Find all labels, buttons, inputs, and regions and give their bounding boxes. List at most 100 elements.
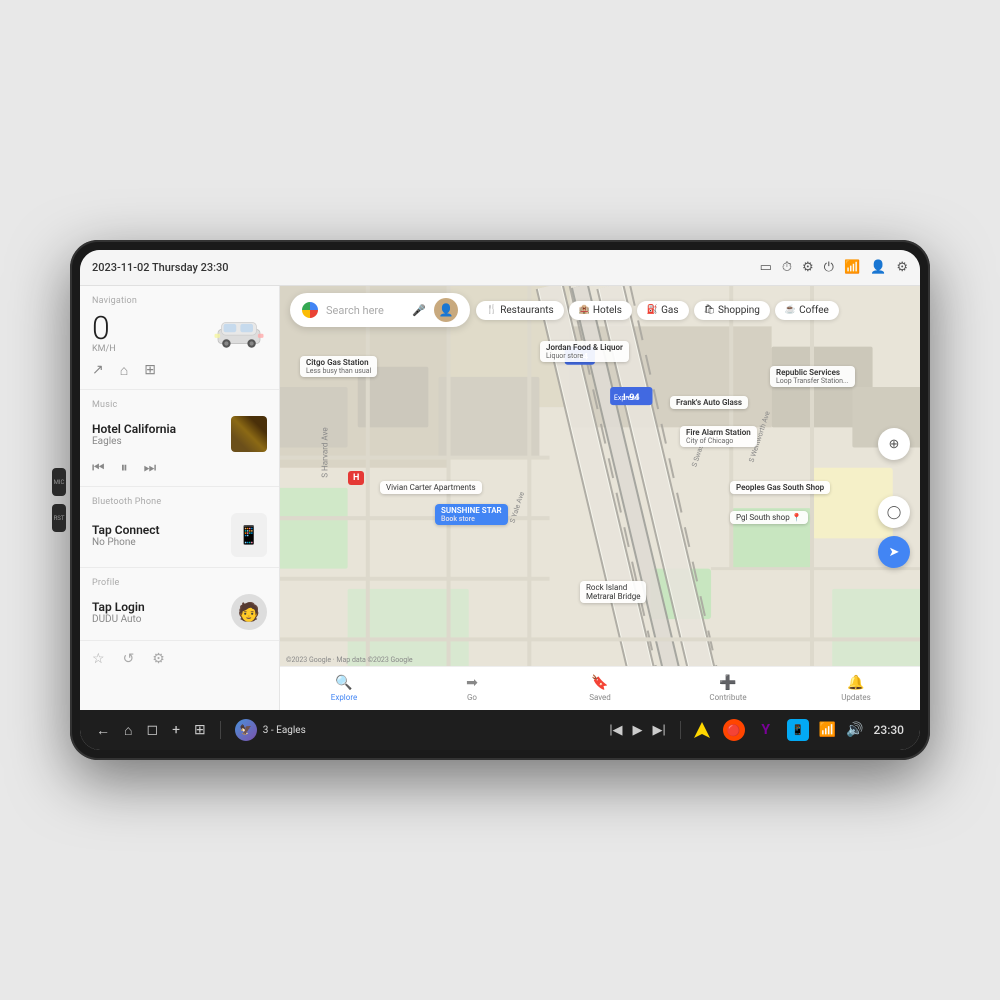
settings-footer-icon[interactable]: ⚙ <box>152 651 165 667</box>
status-icons: ▭ ⏱ ⚙ ⏻ 📶 👤 ⚙ <box>760 260 908 275</box>
map-controls-right: ⊕ ◯ ➤ <box>878 428 910 568</box>
search-input[interactable]: Search here <box>326 304 404 317</box>
music-info: Hotel California Eagles <box>92 422 223 447</box>
map-chips: 🍴 Restaurants 🏨 Hotels ⛽ Gas 🛍 <box>476 301 839 320</box>
speed-value: 0 <box>92 312 110 344</box>
contribute-label: Contribute <box>709 693 746 702</box>
chip-gas[interactable]: ⛽ Gas <box>637 301 689 320</box>
bb-right-icons: 🔴 Y 📱 📶 🔊 23:30 <box>680 719 904 741</box>
navigate-btn[interactable]: ➤ <box>878 536 910 568</box>
plus-btn[interactable]: + <box>172 722 180 738</box>
nav-direction-btn[interactable]: ↗ <box>92 362 104 379</box>
map-top-bar: Search here 🎤 👤 🍴 Restaurants 🏨 Hotels <box>280 286 920 334</box>
contribute-icon: ➕ <box>719 675 736 691</box>
mic-button[interactable]: MIC <box>52 468 66 496</box>
place-vivian: Vivian Carter Apartments <box>380 481 482 494</box>
go-label: Go <box>467 693 477 702</box>
rst-label: RST <box>54 515 65 522</box>
restaurant-icon: 🍴 <box>486 305 497 315</box>
layers-btn[interactable]: ⊕ <box>878 428 910 460</box>
speed-display: 0 KM/H <box>92 312 116 354</box>
place-sunshine[interactable]: SUNSHINE STAR Book store <box>435 504 508 525</box>
place-citgo: Citgo Gas Station Less busy than usual <box>300 356 377 377</box>
music-content: Hotel California Eagles <box>92 416 267 452</box>
bluetooth-section: Bluetooth Phone Tap Connect No Phone 📱 <box>80 487 279 568</box>
updates-label: Updates <box>841 693 871 702</box>
bb-play-btn[interactable]: ▶ <box>633 723 643 738</box>
album-art <box>231 416 267 452</box>
chip-hotels[interactable]: 🏨 Hotels <box>569 301 632 320</box>
bb-next-btn[interactable]: ▶| <box>653 723 666 738</box>
bt-title: Tap Connect <box>92 523 223 537</box>
nav-explore[interactable]: 🔍 Explore <box>280 675 408 702</box>
car-illustration <box>211 315 267 351</box>
nav-updates[interactable]: 🔔 Updates <box>792 675 920 702</box>
svg-text:Express: Express <box>614 393 639 402</box>
place-peoples: Peoples Gas South Shop <box>730 481 830 494</box>
nav-buttons: ↗ ⌂ ⊞ <box>92 362 267 379</box>
chip-coffee[interactable]: ☕ Coffee <box>775 301 839 320</box>
place-pgl: Pgl South shop 📍 <box>730 511 808 524</box>
home-btn[interactable]: ⌂ <box>124 722 132 739</box>
nav-saved[interactable]: 🔖 Saved <box>536 675 664 702</box>
google-logo <box>302 302 318 318</box>
divider1 <box>220 721 221 739</box>
user-avatar-map[interactable]: 👤 <box>434 298 458 322</box>
bb-prev-btn[interactable]: |◀ <box>609 723 622 738</box>
place-firealarm: Fire Alarm Station City of Chicago <box>680 426 757 447</box>
refresh-icon[interactable]: ↺ <box>123 651 135 667</box>
rst-button[interactable]: RST <box>52 504 66 532</box>
bb-time: 23:30 <box>874 723 904 737</box>
bt-info: Tap Connect No Phone <box>92 523 223 548</box>
track-avatar: 🦅 <box>235 719 257 741</box>
shopping-icon: 🛍 <box>704 305 715 315</box>
bb-wifi-icon: 📶 <box>819 722 836 738</box>
bt-subtitle: No Phone <box>92 537 223 548</box>
profile-content: Tap Login DUDU Auto 🧑 <box>92 594 267 630</box>
explore-label: Explore <box>331 693 357 702</box>
nav-contribute[interactable]: ➕ Contribute <box>664 675 792 702</box>
phone-icon: 📱 <box>231 513 267 557</box>
hotel-icon: 🏨 <box>579 305 590 315</box>
device-screen: 2023-11-02 Thursday 23:30 ▭ ⏱ ⚙ ⏻ 📶 👤 ⚙ … <box>80 250 920 750</box>
mic-search-icon[interactable]: 🎤 <box>412 304 426 317</box>
recents-btn[interactable]: ◻ <box>146 722 158 738</box>
android-auto-icon[interactable]: 📱 <box>787 719 809 741</box>
playback-controls: |◀ ▶ ▶| <box>609 723 665 738</box>
device: MIC RST 2023-11-02 Thursday 23:30 ▭ ⏱ ⚙ … <box>70 240 930 760</box>
prev-btn[interactable]: ⏮ <box>92 460 105 476</box>
back-btn[interactable]: ← <box>96 722 110 739</box>
profile-title: Tap Login <box>92 600 223 614</box>
music-title: Hotel California <box>92 422 223 436</box>
compass-btn[interactable]: ◯ <box>878 496 910 528</box>
map-attribution: ©2023 Google · Map data ©2023 Google <box>286 656 413 664</box>
avatar-face: 🧑 <box>231 594 267 630</box>
coffee-icon: ☕ <box>785 305 796 315</box>
side-buttons: MIC RST <box>52 468 66 532</box>
favorite-icon[interactable]: ☆ <box>92 651 105 667</box>
radio-app-icon[interactable]: 🔴 <box>723 719 745 741</box>
apps-btn[interactable]: ⊞ <box>194 722 206 738</box>
next-btn[interactable]: ⏭ <box>144 460 157 476</box>
nav-go[interactable]: ➡ Go <box>408 675 536 702</box>
profile-section: Profile Tap Login DUDU Auto 🧑 <box>80 568 279 641</box>
nav-work-btn[interactable]: ⊞ <box>144 362 156 379</box>
settings-icon: ⚙ <box>802 260 814 275</box>
play-pause-btn[interactable]: ⏸ <box>121 460 128 476</box>
chip-shopping[interactable]: 🛍 Shopping <box>694 301 770 320</box>
yahoo-icon[interactable]: Y <box>755 719 777 741</box>
search-bar[interactable]: Search here 🎤 👤 <box>290 293 470 327</box>
place-republic: Republic Services Loop Transfer Station.… <box>770 366 855 387</box>
navigation-app-icon[interactable] <box>691 719 713 741</box>
go-icon: ➡ <box>466 675 478 691</box>
nav-home-btn[interactable]: ⌂ <box>120 362 128 379</box>
bb-volume-icon[interactable]: 🔊 <box>846 722 863 738</box>
left-panel: Navigation 0 KM/H <box>80 286 280 710</box>
track-text: 3 - Eagles <box>263 725 306 736</box>
music-section: Music Hotel California Eagles ⏮ ⏸ ⏭ <box>80 390 279 487</box>
chip-restaurants[interactable]: 🍴 Restaurants <box>476 301 564 320</box>
gas-icon: ⛽ <box>647 305 658 315</box>
map-area[interactable]: I-94 I-94 Express S Harva <box>280 286 920 710</box>
hospital-marker: H <box>348 471 364 485</box>
bt-section-label: Bluetooth Phone <box>92 497 267 507</box>
